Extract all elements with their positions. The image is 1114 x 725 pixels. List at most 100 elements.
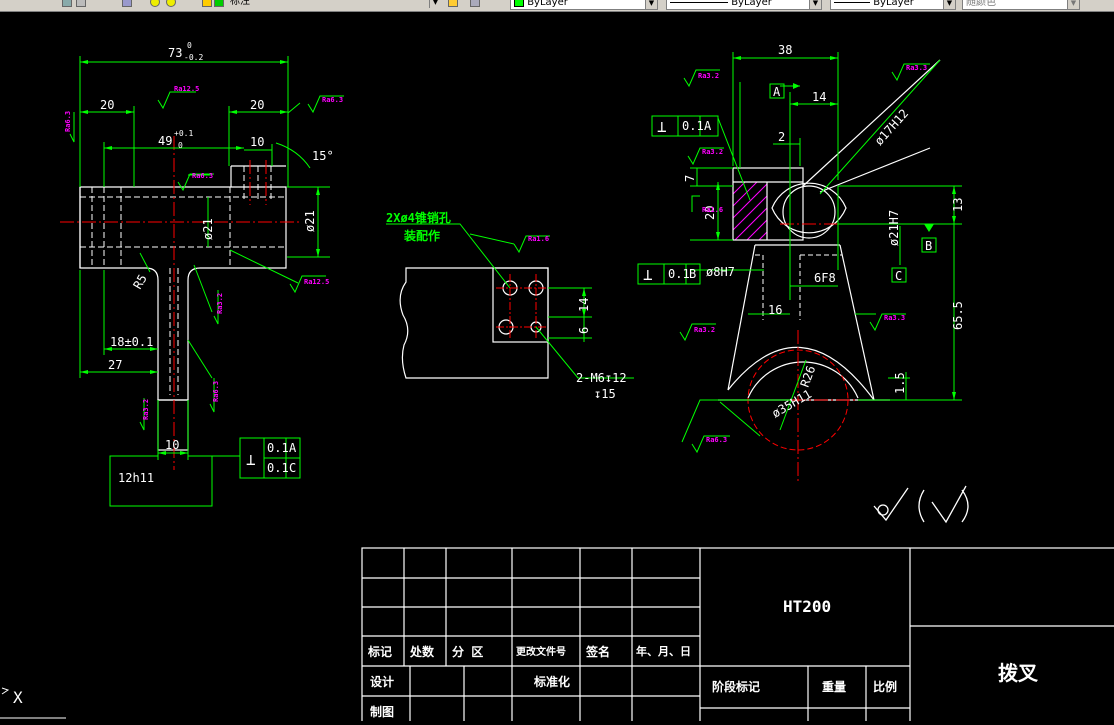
ucs-icon: X	[0, 687, 66, 719]
dim-2: 2	[778, 130, 785, 144]
plot-style-control[interactable]: 随颜色 ▼	[962, 0, 1080, 10]
fcf-datum: A	[704, 119, 712, 133]
left-view-dim-texts: 73 0 -0.2 20 20 49 +0.1 0 10 15° ø21 ø21…	[100, 41, 334, 485]
properties-toolbar: 标注 ▼ ByLayer ▼ ByLayer ▼ ByLayer ▼ 随颜色 ▼	[0, 0, 1114, 12]
part-name: 拨叉	[998, 661, 1039, 685]
assembly-note: 装配作	[403, 228, 440, 243]
chevron-down-icon[interactable]: ▼	[1067, 0, 1079, 9]
chevron-down-icon[interactable]: ▼	[429, 0, 441, 8]
dim-r26: R26	[798, 364, 819, 389]
fcf-value-2: 0.1	[267, 461, 289, 475]
standardize-label: 标准化	[533, 674, 570, 689]
roughness-label: Ra6.3	[322, 96, 343, 104]
datum-a-label: A	[773, 85, 781, 99]
roughness-label: Ra3.3	[884, 314, 905, 322]
text-style-select[interactable]: 标注 ▼	[227, 0, 441, 10]
right-view-dimensions	[681, 52, 962, 443]
roughness-label: Ra6.3	[212, 381, 220, 402]
dim-1-5: 1.5	[893, 372, 907, 394]
datum-b-label: B	[925, 239, 932, 253]
roughness-label: Ra3.2	[694, 326, 715, 334]
bulb-icon[interactable]	[150, 0, 160, 7]
dim-style-icon[interactable]	[62, 0, 72, 7]
dim-18: 18±0.1	[110, 335, 153, 349]
right-view-centerlines	[704, 223, 900, 484]
fcf-value: 0.1	[668, 267, 690, 281]
material-label: HT200	[783, 597, 831, 616]
dim-dia21-inner: ø21	[201, 218, 215, 240]
lock-icon[interactable]	[202, 0, 212, 7]
left-view-arrows	[80, 60, 320, 455]
dim-dia21-outer: ø21	[303, 210, 317, 232]
datum-c-label: C	[895, 269, 902, 283]
linetype-control[interactable]: ByLayer ▼	[666, 0, 822, 10]
layer-icon[interactable]	[76, 0, 86, 7]
fcf-datum-1: A	[289, 441, 297, 455]
dim-73-tol-upper: 0	[187, 41, 192, 50]
dim-49-tol-lower: 0	[178, 141, 183, 150]
layer-previous-icon[interactable]	[470, 0, 480, 7]
roughness-label: Ra3.2	[702, 148, 723, 156]
roughness-label: Ra6.3	[706, 436, 727, 444]
roughness-label: Ra6.3	[192, 172, 213, 180]
perpendicularity-icon: ⊥	[657, 117, 667, 136]
drawn-label: 制图	[370, 704, 394, 719]
row-change-doc-label: 更改文件号	[516, 645, 566, 658]
dim-16: 16	[768, 303, 782, 317]
lineweight-value: ByLayer	[873, 0, 914, 8]
dim-12h11: 12h11	[118, 471, 154, 485]
roughness-label: Ra3.2	[216, 293, 224, 314]
dim-73: 73	[168, 46, 182, 60]
ucs-x-label: X	[13, 688, 23, 707]
roughness-label: Ra1.6	[528, 235, 549, 243]
left-view-fcf: ⊥ 0.1 A 0.1 C	[239, 437, 301, 479]
plot-style-value: 随颜色	[966, 0, 996, 8]
dim-6-mid: 6	[577, 327, 591, 334]
drawing-svg[interactable]: 73 0 -0.2 20 20 49 +0.1 0 10 15° ø21 ø21…	[0, 12, 1114, 724]
middle-view-outline	[399, 267, 549, 379]
row-zone-label: 分 区	[452, 644, 483, 659]
pin-hole-note: 2Xø4锥销孔	[386, 210, 451, 225]
color-swatch-icon	[514, 0, 524, 7]
dim-r5: R5	[130, 272, 149, 292]
roughness-label: Ra3.2	[142, 399, 150, 420]
drawing-canvas[interactable]: 73 0 -0.2 20 20 49 +0.1 0 10 15° ø21 ø21…	[0, 12, 1114, 724]
right-view: A B C ⊥ 0.1 A ⊥ 0.1 B 38 14 2 ø17H12 7 2…	[637, 43, 965, 484]
chevron-down-icon[interactable]: ▼	[809, 0, 821, 9]
scale-label: 比例	[873, 679, 897, 694]
lineweight-sample	[834, 1, 870, 3]
dim-20-left: 20	[100, 98, 114, 112]
dim-dia35: ø35H11	[770, 387, 815, 421]
layers-manager-icon[interactable]	[122, 0, 132, 7]
right-view-arrows	[716, 56, 956, 400]
title-block	[361, 547, 1114, 724]
make-current-icon[interactable]	[448, 0, 458, 7]
layer-color-icon	[214, 0, 224, 7]
dim-20-right: 20	[250, 98, 264, 112]
perpendicularity-icon: ⊥	[643, 265, 653, 284]
dim-73-tol-lower: -0.2	[184, 53, 203, 62]
dim-10-bottom: 10	[165, 438, 179, 452]
design-label: 设计	[370, 674, 394, 689]
text-style-value: 标注	[230, 0, 250, 7]
lineweight-control[interactable]: ByLayer ▼	[830, 0, 956, 10]
chevron-down-icon[interactable]: ▼	[645, 0, 657, 9]
roughness-label: Ra12.5	[304, 278, 329, 286]
dim-49-tol-upper: +0.1	[174, 129, 193, 138]
color-control[interactable]: ByLayer ▼	[510, 0, 658, 10]
perpendicularity-icon: ⊥	[246, 450, 256, 469]
row-count-label: 处数	[409, 644, 435, 659]
fcf-value: 0.1	[682, 119, 704, 133]
dim-dia21h7: ø21H7	[887, 210, 901, 246]
dim-angle-15: 15°	[312, 149, 334, 163]
row-date-label: 年、月、日	[636, 644, 691, 658]
right-view-fcf	[637, 115, 719, 285]
row-sign-label: 签名	[585, 644, 610, 659]
thread-note: 2-M6↧12	[576, 371, 627, 385]
middle-view-dimensions	[386, 223, 634, 379]
sun-icon[interactable]	[166, 0, 176, 7]
right-view-dim-texts: 38 14 2 ø17H12 7 20 13 ø21H7 ø8H7 6F8 16…	[683, 43, 965, 421]
roughness-label: Ra1.6	[702, 206, 723, 214]
datum-boxes	[769, 83, 937, 283]
chevron-down-icon[interactable]: ▼	[943, 0, 955, 9]
